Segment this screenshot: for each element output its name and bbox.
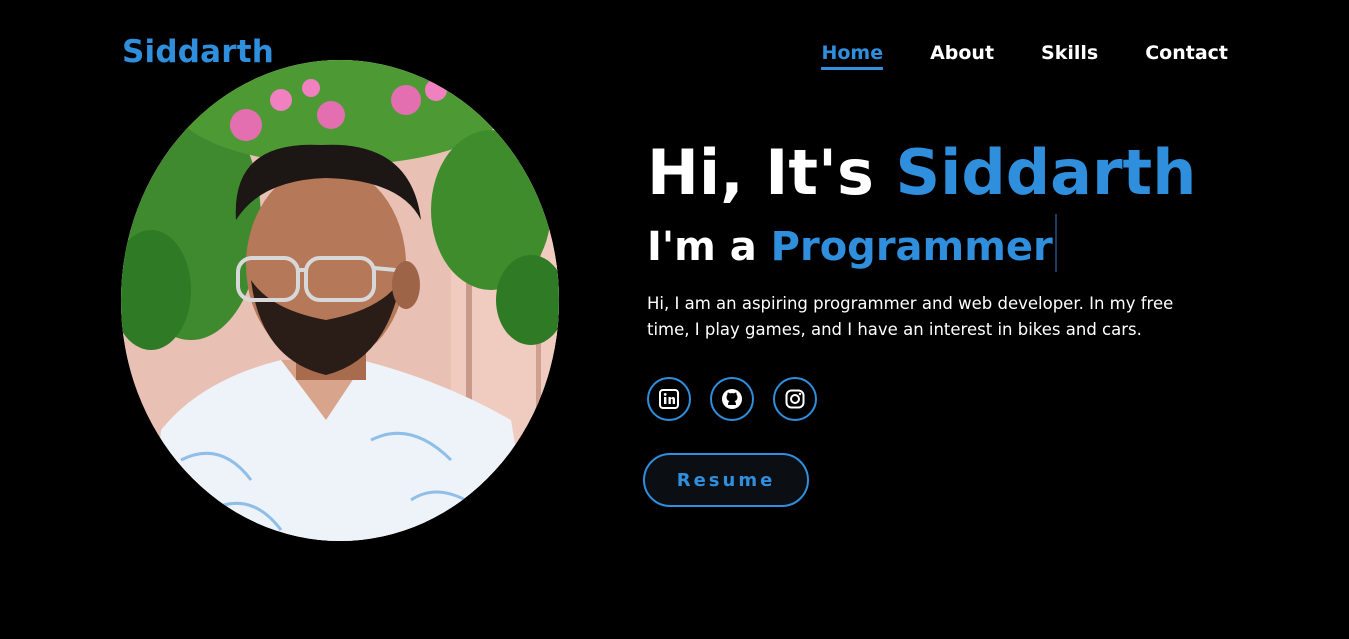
social-links <box>647 377 817 421</box>
logo[interactable]: Siddarth <box>122 34 274 70</box>
linkedin-link[interactable] <box>647 377 691 421</box>
instagram-link[interactable] <box>773 377 817 421</box>
hero-role: I'm a Programmer <box>647 214 1247 275</box>
portfolio-page: Siddarth Home About Skills Contact Hi, I… <box>0 0 1349 639</box>
role-title: Programmer <box>770 224 1053 270</box>
greeting-name: Siddarth <box>895 136 1197 209</box>
hero-greeting: Hi, It's Siddarth <box>647 136 1247 210</box>
hero-bio: Hi, I am an aspiring programmer and web … <box>647 294 1174 339</box>
greeting-prefix: Hi, It's <box>647 136 896 209</box>
linkedin-icon <box>659 389 679 409</box>
github-link[interactable] <box>710 377 754 421</box>
role-prefix: I'm a <box>647 224 771 270</box>
instagram-icon <box>785 389 805 409</box>
nav-about[interactable]: About <box>930 42 994 68</box>
profile-photo-illustration <box>121 60 559 541</box>
nav-home[interactable]: Home <box>821 42 883 70</box>
resume-button[interactable]: Resume <box>643 453 809 507</box>
hero-section: Hi, It's Siddarth I'm a Programmer Hi, I… <box>647 136 1247 360</box>
nav-contact[interactable]: Contact <box>1145 42 1228 68</box>
typing-caret <box>1054 214 1057 272</box>
github-icon <box>722 389 742 409</box>
main-nav: Home About Skills Contact <box>821 42 1228 70</box>
nav-skills[interactable]: Skills <box>1041 42 1098 68</box>
profile-photo <box>121 60 559 541</box>
